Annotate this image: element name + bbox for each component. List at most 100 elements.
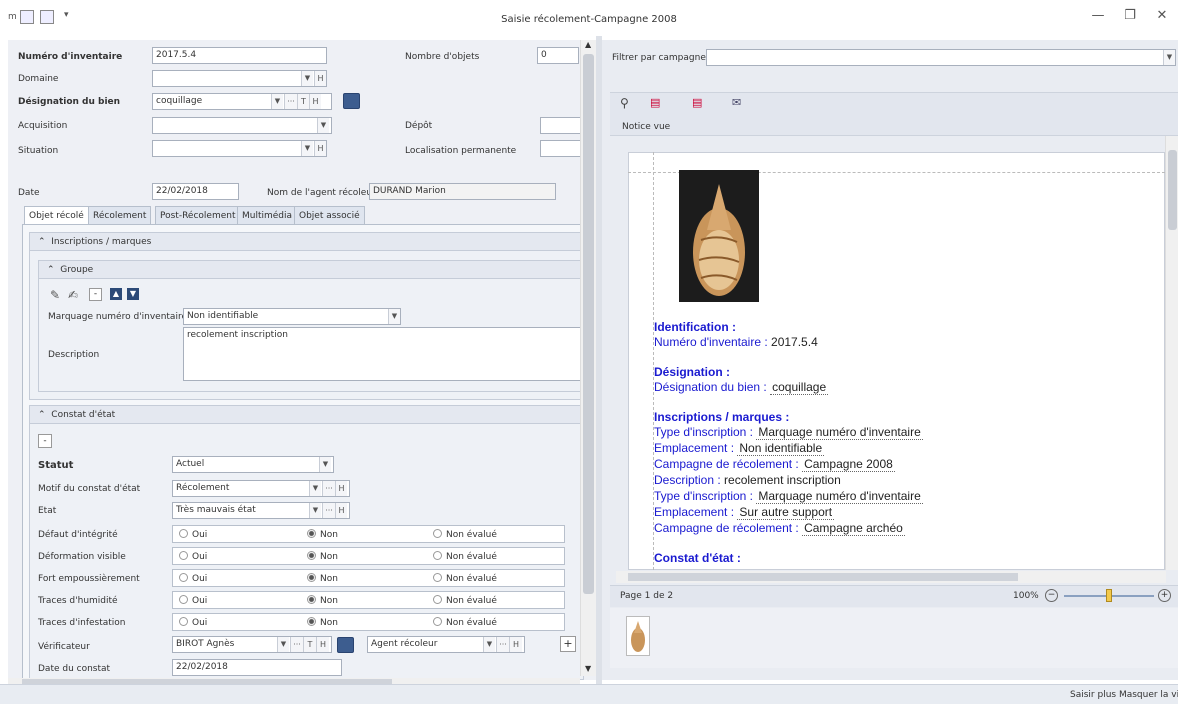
add-verifier-button[interactable]: + bbox=[560, 636, 576, 652]
domain-select[interactable]: ▼ H bbox=[152, 70, 327, 87]
preview-vertical-scrollbar[interactable] bbox=[1165, 136, 1178, 570]
tab-recolement[interactable]: Récolement bbox=[88, 206, 152, 225]
history-button[interactable]: H bbox=[335, 481, 347, 496]
radio-non[interactable]: Non bbox=[307, 529, 338, 540]
chevron-down-icon[interactable]: ▼ bbox=[301, 141, 313, 156]
search-icon[interactable]: ⚲ bbox=[620, 96, 629, 110]
thesaurus-button[interactable]: T bbox=[297, 94, 309, 109]
verificateur-select[interactable]: BIROT Agnès ▼ ··· T H bbox=[172, 636, 332, 653]
thesaurus-button[interactable]: T bbox=[303, 637, 316, 652]
tab-notice-vue[interactable]: Notice vue bbox=[622, 122, 670, 132]
edit-row-icon[interactable]: ✍ bbox=[68, 288, 78, 302]
date-constat-field[interactable]: 22/02/2018 bbox=[172, 659, 342, 676]
scroll-thumb[interactable] bbox=[628, 573, 1018, 581]
tab-post-recolement[interactable]: Post-Récolement bbox=[155, 206, 241, 225]
zoom-level: 100% bbox=[1013, 591, 1039, 601]
close-button[interactable]: ✕ bbox=[1152, 8, 1172, 23]
history-button[interactable]: H bbox=[509, 637, 522, 652]
radio-oui[interactable]: Oui bbox=[179, 617, 207, 628]
history-button[interactable]: H bbox=[314, 71, 326, 86]
motif-select[interactable]: Récolement ▼ ··· H bbox=[172, 480, 350, 497]
add-row-icon[interactable]: ✎ bbox=[50, 288, 60, 302]
scroll-up-icon[interactable]: ▲ bbox=[585, 40, 591, 49]
tab-objet-associe[interactable]: Objet associé bbox=[294, 206, 365, 225]
radio-non[interactable]: Non bbox=[307, 595, 338, 606]
scroll-thumb[interactable] bbox=[583, 54, 594, 594]
chevron-down-icon[interactable]: ▼ bbox=[271, 94, 283, 109]
radio-oui[interactable]: Oui bbox=[179, 529, 207, 540]
statut-select[interactable]: Actuel ▼ bbox=[172, 456, 334, 473]
radio-non-evalue[interactable]: Non évalué bbox=[433, 551, 497, 562]
lookup-icon[interactable] bbox=[343, 93, 360, 109]
export-icon[interactable]: ▤ bbox=[692, 96, 702, 109]
form-vertical-scrollbar[interactable]: ▲ ▼ bbox=[580, 40, 596, 676]
radio-non-evalue[interactable]: Non évalué bbox=[433, 595, 497, 606]
more-button[interactable]: ··· bbox=[322, 481, 335, 496]
chevron-down-icon[interactable]: ▼ bbox=[301, 71, 313, 86]
status-text[interactable]: Saisir plus Masquer la vi bbox=[1070, 690, 1178, 700]
zoom-slider-thumb[interactable] bbox=[1106, 589, 1112, 602]
minimize-button[interactable]: — bbox=[1088, 8, 1108, 23]
zoom-in-icon[interactable]: + bbox=[1158, 589, 1171, 602]
tab-multimedia[interactable]: Multimédia bbox=[237, 206, 298, 225]
move-up-icon[interactable]: ▲ bbox=[110, 288, 122, 300]
date-field[interactable]: 22/02/2018 bbox=[152, 183, 239, 200]
radio-oui[interactable]: Oui bbox=[179, 551, 207, 562]
tab-objet-recole[interactable]: Objet récolé bbox=[24, 206, 89, 225]
designation-select[interactable]: coquillage ▼ ··· T H bbox=[152, 93, 332, 110]
history-button[interactable]: H bbox=[316, 637, 329, 652]
chevron-down-icon[interactable]: ▼ bbox=[483, 637, 495, 652]
object-count-field[interactable]: 0 bbox=[537, 47, 579, 64]
radio-oui[interactable]: Oui bbox=[179, 573, 207, 584]
chevron-down-icon[interactable]: ▼ bbox=[309, 481, 321, 496]
radio-non[interactable]: Non bbox=[307, 573, 338, 584]
inscriptions-header[interactable]: ⌃ Inscriptions / marques bbox=[30, 233, 583, 251]
constat-header[interactable]: ⌃ Constat d'état bbox=[30, 406, 583, 424]
marquage-select[interactable]: Non identifiable ▼ bbox=[183, 308, 401, 325]
email-icon[interactable]: ✉ bbox=[732, 96, 741, 109]
zoom-out-icon[interactable]: − bbox=[1045, 589, 1058, 602]
radio-non[interactable]: Non bbox=[307, 551, 338, 562]
etat-label: Etat bbox=[38, 506, 57, 516]
history-button[interactable]: H bbox=[314, 141, 326, 156]
chevron-down-icon[interactable]: ▼ bbox=[1163, 50, 1175, 65]
history-button[interactable]: H bbox=[309, 94, 321, 109]
chevron-down-icon[interactable]: ▼ bbox=[317, 118, 329, 133]
scroll-down-icon[interactable]: ▼ bbox=[585, 664, 591, 673]
radio-non-evalue[interactable]: Non évalué bbox=[433, 529, 497, 540]
restore-button[interactable]: ❐ bbox=[1120, 8, 1140, 23]
groupe-header[interactable]: ⌃ Groupe bbox=[39, 261, 583, 279]
more-button[interactable]: ··· bbox=[290, 637, 303, 652]
radio-non[interactable]: Non bbox=[307, 617, 338, 628]
inventory-number-field[interactable]: 2017.5.4 bbox=[152, 47, 327, 64]
permanent-location-field[interactable] bbox=[540, 140, 585, 157]
preview-horizontal-scrollbar[interactable] bbox=[616, 571, 1166, 583]
role-select[interactable]: Agent récoleur ▼ ··· H bbox=[367, 636, 525, 653]
condition-row-label: Déformation visible bbox=[38, 552, 126, 562]
remove-constat-button[interactable]: - bbox=[38, 434, 52, 448]
more-button[interactable]: ··· bbox=[322, 503, 335, 518]
description-textarea[interactable]: recolement inscription bbox=[183, 327, 581, 381]
more-button[interactable]: ··· bbox=[284, 94, 297, 109]
lookup-icon[interactable] bbox=[337, 637, 354, 653]
campaign-filter-select[interactable]: ▼ bbox=[706, 49, 1176, 66]
etat-select[interactable]: Très mauvais état ▼ ··· H bbox=[172, 502, 350, 519]
deposit-field[interactable] bbox=[540, 117, 585, 134]
remove-row-icon[interactable]: - bbox=[89, 288, 102, 301]
chevron-down-icon[interactable]: ▼ bbox=[309, 503, 321, 518]
acquisition-select[interactable]: ▼ bbox=[152, 117, 332, 134]
history-button[interactable]: H bbox=[335, 503, 347, 518]
more-button[interactable]: ··· bbox=[496, 637, 509, 652]
chevron-down-icon[interactable]: ▼ bbox=[319, 457, 331, 472]
scroll-thumb[interactable] bbox=[1168, 150, 1177, 230]
radio-non-evalue[interactable]: Non évalué bbox=[433, 617, 497, 628]
page-thumbnail[interactable] bbox=[626, 616, 650, 656]
move-down-icon[interactable]: ▼ bbox=[127, 288, 139, 300]
status-bar: Saisir plus Masquer la vi bbox=[0, 684, 1178, 704]
radio-non-evalue[interactable]: Non évalué bbox=[433, 573, 497, 584]
chevron-down-icon[interactable]: ▼ bbox=[388, 309, 400, 324]
print-icon[interactable]: ▤ bbox=[650, 96, 660, 109]
situation-select[interactable]: ▼ H bbox=[152, 140, 327, 157]
radio-oui[interactable]: Oui bbox=[179, 595, 207, 606]
chevron-down-icon[interactable]: ▼ bbox=[277, 637, 289, 652]
